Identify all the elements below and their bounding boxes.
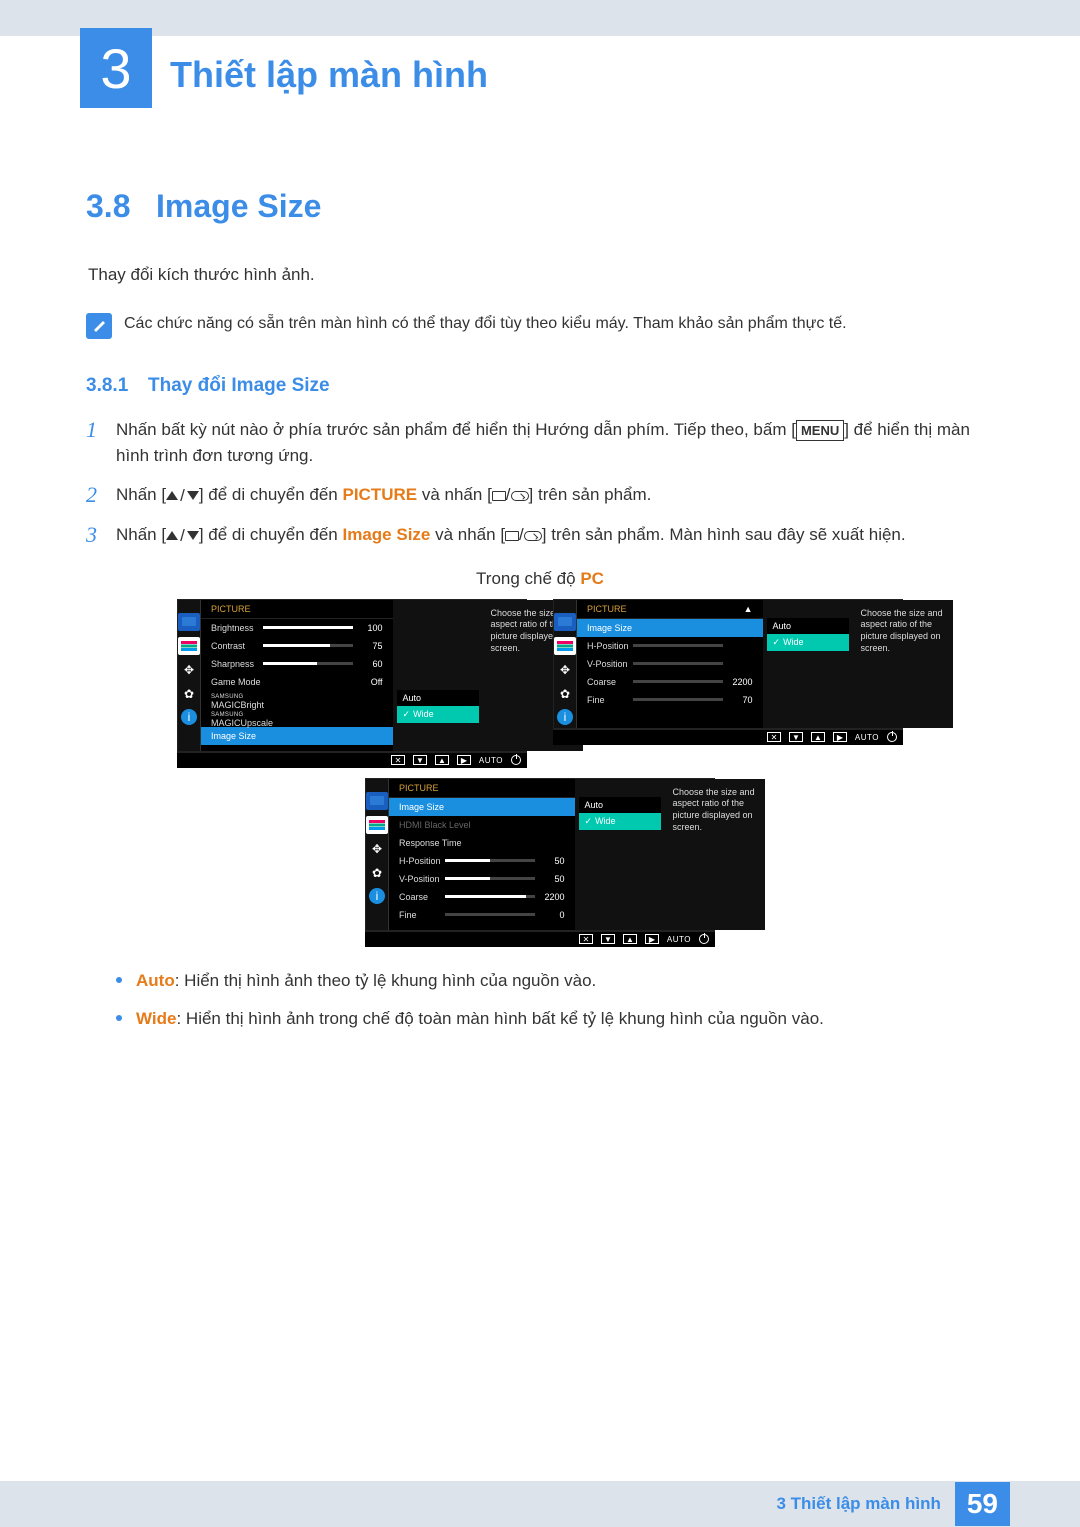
settings-tab-icon: ✿: [366, 864, 388, 882]
osd-panel-3: ✥ ✿ i PICTURE Image Size: [365, 778, 715, 947]
osd-option-auto: Auto: [579, 797, 661, 813]
section-title: Image Size: [156, 188, 321, 225]
osd-description: Choose the size and aspect ratio of the …: [665, 779, 765, 930]
right-icon: ▶: [457, 755, 471, 765]
picture-tab-icon: [554, 613, 576, 631]
step-number-3: 3: [86, 522, 116, 548]
size-tab-icon: ✥: [178, 661, 200, 679]
osd-footer: ✕ ▼ ▲ ▶ AUTO: [177, 752, 527, 768]
enter-icon: [511, 491, 529, 501]
step-number-2: 2: [86, 482, 116, 508]
chapter-number-box: 3: [80, 28, 152, 108]
osd-row-hposition: H-Position: [577, 637, 763, 655]
osd-option-auto: Auto: [767, 618, 849, 634]
subsection-title: Thay đổi Image Size: [148, 375, 330, 397]
menu-key-icon: MENU: [796, 420, 844, 442]
down-icon: ▼: [789, 732, 803, 742]
up-icon: ▲: [623, 934, 637, 944]
osd-row-magicbright: SAMSUNGMAGICBright: [201, 691, 393, 709]
osd-row-hdmi-blacklevel: HDMI Black Level: [389, 816, 575, 834]
color-tab-icon: [178, 637, 200, 655]
osd-row-brightness: Brightness 100: [201, 619, 393, 637]
step-number-1: 1: [86, 417, 116, 443]
osd-option-wide: Wide: [767, 634, 849, 651]
settings-tab-icon: ✿: [178, 685, 200, 703]
osd-row-magicupscale: SAMSUNGMAGICUpscale: [201, 709, 393, 727]
footer-page-number: 59: [955, 1482, 1010, 1526]
osd-row-fine: Fine 70: [577, 691, 763, 709]
note-icon: [86, 313, 112, 339]
picture-tab-icon: [366, 792, 388, 810]
info-tab-icon: i: [557, 709, 573, 725]
osd-row-vposition: V-Position: [577, 655, 763, 673]
osd-row-contrast: Contrast 75: [201, 637, 393, 655]
enter-icon: [524, 531, 542, 541]
picture-tab-icon: [178, 613, 200, 631]
power-icon: [699, 934, 709, 944]
down-icon: ▼: [413, 755, 427, 765]
osd-row-imagesize: Image Size: [577, 619, 763, 637]
right-icon: ▶: [645, 934, 659, 944]
step-body-1: Nhấn bất kỳ nút nào ở phía trước sản phẩ…: [116, 417, 994, 468]
note-text: Các chức năng có sẵn trên màn hình có th…: [124, 313, 847, 335]
osd-row-imagesize: Image Size: [201, 727, 393, 745]
osd-row-coarse: Coarse 2200: [389, 888, 575, 906]
size-tab-icon: ✥: [554, 661, 576, 679]
osd-row-responsetime: Response Time: [389, 834, 575, 852]
osd-row-gamemode: Game Mode Off: [201, 673, 393, 691]
osd-panel-2: ✥ ✿ i PICTURE▲ Image Size: [553, 599, 903, 768]
right-icon: ▶: [833, 732, 847, 742]
section-number: 3.8: [86, 188, 156, 225]
osd-title: PICTURE: [201, 600, 393, 619]
chapter-title: Thiết lập màn hình: [170, 54, 488, 96]
up-icon: ▲: [435, 755, 449, 765]
bullet-dot-icon: [116, 977, 122, 983]
osd-row-coarse: Coarse 2200: [577, 673, 763, 691]
osd-title: PICTURE: [389, 779, 575, 798]
osd-row-sharpness: Sharpness 60: [201, 655, 393, 673]
info-tab-icon: i: [181, 709, 197, 725]
down-icon: ▼: [601, 934, 615, 944]
close-icon: ✕: [767, 732, 781, 742]
osd-title: PICTURE▲: [577, 600, 763, 619]
bullet-wide: Wide: Hiển thị hình ảnh trong chế độ toà…: [116, 1007, 994, 1032]
footer-chapter-label: 3 Thiết lập màn hình: [776, 1494, 940, 1514]
osd-row-hposition: H-Position 50: [389, 852, 575, 870]
power-icon: [511, 755, 521, 765]
step-body-2: Nhấn [/] để di chuyển đến PICTURE và nhấ…: [116, 482, 651, 508]
up-icon: ▲: [811, 732, 825, 742]
up-down-icon: /: [166, 523, 199, 549]
bullet-dot-icon: [116, 1015, 122, 1021]
osd-option-auto: Auto: [397, 690, 479, 706]
osd-description: Choose the size and aspect ratio of the …: [853, 600, 953, 728]
osd-option-wide: Wide: [397, 706, 479, 723]
close-icon: ✕: [579, 934, 593, 944]
size-tab-icon: ✥: [366, 840, 388, 858]
close-icon: ✕: [391, 755, 405, 765]
up-down-icon: /: [166, 483, 199, 509]
osd-row-vposition: V-Position 50: [389, 870, 575, 888]
osd-footer: ✕ ▼ ▲ ▶ AUTO: [365, 931, 715, 947]
settings-tab-icon: ✿: [554, 685, 576, 703]
info-tab-icon: i: [369, 888, 385, 904]
color-tab-icon: [366, 816, 388, 834]
osd-option-wide: Wide: [579, 813, 661, 830]
mode-label: Trong chế độ PC: [86, 569, 994, 589]
power-icon: [887, 732, 897, 742]
color-tab-icon: [554, 637, 576, 655]
osd-panel-1: ✥ ✿ i PICTURE Brightness 100: [177, 599, 527, 768]
section-description: Thay đổi kích thước hình ảnh.: [88, 265, 994, 285]
osd-row-imagesize: Image Size: [389, 798, 575, 816]
rect-icon: [505, 531, 519, 541]
osd-footer: ✕ ▼ ▲ ▶ AUTO: [553, 729, 903, 745]
osd-row-fine: Fine 0: [389, 906, 575, 924]
rect-icon: [492, 491, 506, 501]
bullet-auto: Auto: Hiển thị hình ảnh theo tỷ lệ khung…: [116, 969, 994, 994]
subsection-number: 3.8.1: [86, 375, 148, 397]
step-body-3: Nhấn [/] để di chuyển đến Image Size và …: [116, 522, 906, 548]
